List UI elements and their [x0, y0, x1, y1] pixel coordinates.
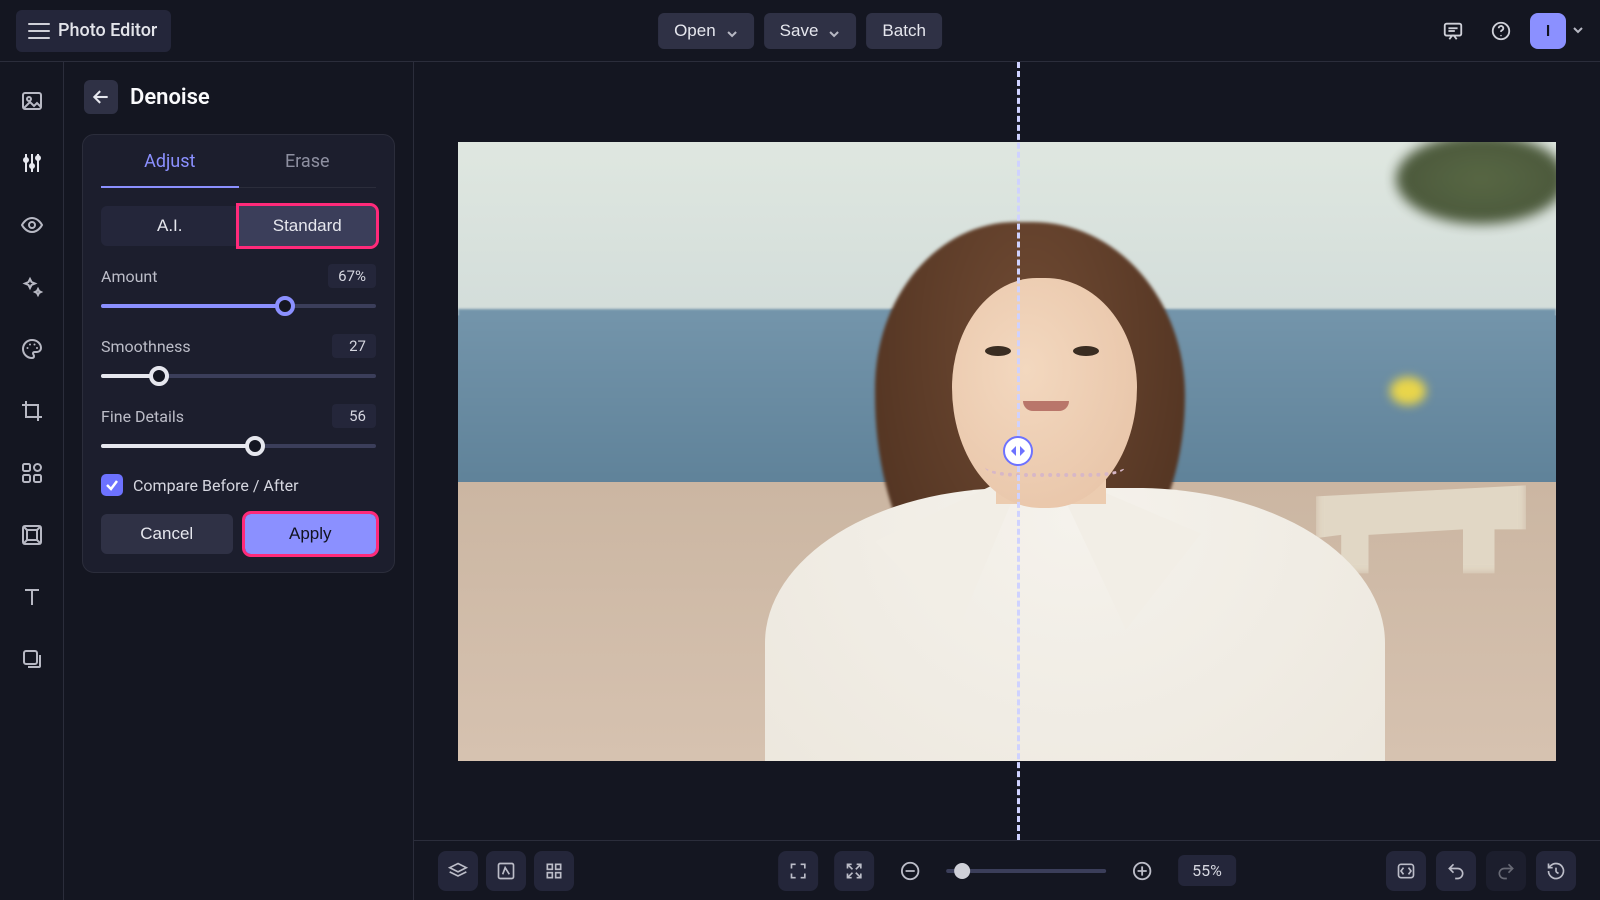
canvas-area: 55% [414, 62, 1600, 900]
action-buttons: Cancel Apply [101, 514, 376, 554]
tool-layers[interactable] [11, 638, 53, 680]
chevron-down-icon [1572, 21, 1584, 40]
fit-button[interactable] [778, 851, 818, 891]
app-header: Photo Editor Open Save Batch I [0, 0, 1600, 62]
zoom-in-button[interactable] [1122, 851, 1162, 891]
slider-details-label: Fine Details [101, 407, 184, 426]
save-button[interactable]: Save [764, 13, 857, 49]
actual-size-button[interactable] [834, 851, 874, 891]
layers-button[interactable] [438, 851, 478, 891]
mask-button[interactable] [486, 851, 526, 891]
denoise-card: Adjust Erase A.I. Standard Amount 67% [82, 134, 395, 573]
compare-toggle-button[interactable] [1386, 851, 1426, 891]
zoom-value[interactable]: 55% [1178, 855, 1236, 886]
account-menu[interactable]: I [1530, 13, 1584, 49]
batch-button-label: Batch [882, 21, 925, 41]
grid-button[interactable] [534, 851, 574, 891]
apply-button[interactable]: Apply [245, 514, 377, 554]
mode-segmented: A.I. Standard [101, 206, 376, 246]
open-button[interactable]: Open [658, 13, 754, 49]
side-panel: Denoise Adjust Erase A.I. Standard Amoun… [64, 62, 414, 900]
viewport[interactable] [414, 62, 1600, 840]
mode-ai-button[interactable]: A.I. [101, 206, 239, 246]
tool-rail [0, 62, 64, 900]
zoom-out-button[interactable] [890, 851, 930, 891]
slider-amount: Amount 67% [101, 264, 376, 318]
feedback-button[interactable] [1434, 12, 1472, 50]
tool-eye[interactable] [11, 204, 53, 246]
compare-split-handle[interactable] [1003, 436, 1033, 466]
open-button-label: Open [674, 21, 716, 41]
hamburger-icon [24, 16, 54, 46]
bottom-right-tools [1386, 851, 1576, 891]
tool-shapes[interactable] [11, 452, 53, 494]
compare-label: Compare Before / After [133, 476, 299, 495]
app-menu-button[interactable]: Photo Editor [16, 10, 171, 52]
slider-amount-label: Amount [101, 267, 157, 286]
bottom-center-tools: 55% [778, 851, 1236, 891]
tool-ai-sparkle[interactable] [11, 266, 53, 308]
tool-color[interactable] [11, 328, 53, 370]
slider-smoothness: Smoothness 27 [101, 334, 376, 388]
slider-amount-track[interactable] [101, 294, 376, 318]
tab-erase[interactable]: Erase [239, 135, 377, 188]
compare-checkbox-row[interactable]: Compare Before / After [101, 474, 376, 496]
bottom-toolbar: 55% [414, 840, 1600, 900]
bottom-left-tools [438, 851, 574, 891]
tab-adjust[interactable]: Adjust [101, 135, 239, 188]
batch-button[interactable]: Batch [866, 13, 941, 49]
header-right: I [1434, 12, 1584, 50]
tool-crop[interactable] [11, 390, 53, 432]
help-button[interactable] [1482, 12, 1520, 50]
slider-smoothness-value[interactable]: 27 [332, 334, 376, 358]
chevron-down-icon [726, 25, 738, 37]
slider-smoothness-track[interactable] [101, 364, 376, 388]
panel-title: Denoise [130, 85, 210, 110]
tool-adjust[interactable] [11, 142, 53, 184]
save-button-label: Save [780, 21, 819, 41]
tool-image[interactable] [11, 80, 53, 122]
mode-standard-button[interactable]: Standard [239, 206, 377, 246]
compare-checkbox [101, 474, 123, 496]
slider-amount-value[interactable]: 67% [328, 264, 376, 288]
panel-tabs: Adjust Erase [101, 135, 376, 188]
tool-text[interactable] [11, 576, 53, 618]
app-title: Photo Editor [58, 20, 157, 41]
header-center: Open Save Batch [658, 13, 942, 49]
tool-frame[interactable] [11, 514, 53, 556]
back-button[interactable] [84, 80, 118, 114]
slider-details-track[interactable] [101, 434, 376, 458]
zoom-slider[interactable] [946, 861, 1106, 881]
redo-button[interactable] [1486, 851, 1526, 891]
avatar: I [1530, 13, 1566, 49]
slider-details: Fine Details 56 [101, 404, 376, 458]
panel-header: Denoise [82, 80, 395, 114]
slider-smoothness-label: Smoothness [101, 337, 191, 356]
slider-details-value[interactable]: 56 [332, 404, 376, 428]
chevron-down-icon [828, 25, 840, 37]
cancel-button[interactable]: Cancel [101, 514, 233, 554]
history-button[interactable] [1536, 851, 1576, 891]
undo-button[interactable] [1436, 851, 1476, 891]
main-layout: Denoise Adjust Erase A.I. Standard Amoun… [0, 62, 1600, 900]
